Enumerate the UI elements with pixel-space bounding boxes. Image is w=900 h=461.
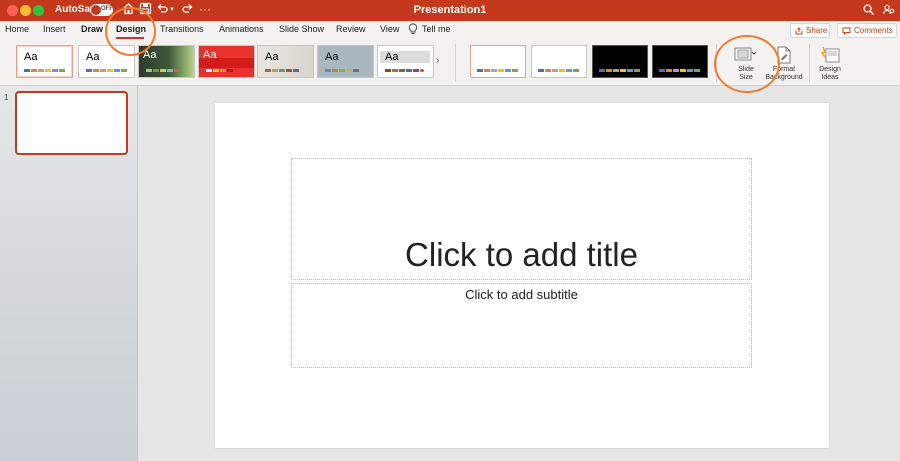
variant-swatches xyxy=(477,69,518,72)
design-ideas-label-2: Ideas xyxy=(821,74,839,81)
theme-slate[interactable]: Aa xyxy=(317,45,374,78)
theme-red[interactable]: Aa xyxy=(198,45,255,78)
variant-swatches xyxy=(538,69,579,72)
theme-swatches xyxy=(146,69,180,72)
variant-swatches xyxy=(599,69,640,72)
theme-swatches xyxy=(385,69,424,72)
tab-insert[interactable]: Insert xyxy=(43,24,66,34)
slide-thumbnail-1[interactable] xyxy=(15,91,128,155)
account-icon[interactable] xyxy=(882,3,897,18)
theme-swatches xyxy=(325,69,359,72)
tab-draw[interactable]: Draw xyxy=(81,24,103,34)
tab-review[interactable]: Review xyxy=(336,24,366,34)
theme-sample: Aa xyxy=(265,51,279,63)
theme-sample: Aa xyxy=(24,51,38,63)
design-ideas-icon xyxy=(820,46,840,63)
share-icon xyxy=(795,27,803,35)
theme-neutral[interactable]: Aa xyxy=(257,45,314,78)
design-ideas-button[interactable]: Design Ideas xyxy=(812,44,848,84)
theme-office[interactable]: Aa xyxy=(16,45,73,78)
theme-sample: Aa xyxy=(86,51,100,63)
theme-swatches xyxy=(265,69,299,72)
comments-button[interactable]: Comments xyxy=(837,23,897,38)
variant-1[interactable] xyxy=(470,45,526,78)
comments-label: Comments xyxy=(854,26,893,35)
theme-swatches xyxy=(206,69,233,72)
theme-sample: Aa xyxy=(325,51,339,63)
share-button[interactable]: Share xyxy=(790,23,830,38)
title-placeholder-text: Click to add title xyxy=(405,236,638,273)
share-label: Share xyxy=(806,26,828,35)
tell-me-search[interactable]: Tell me xyxy=(422,24,451,34)
ribbon-separator xyxy=(455,44,456,82)
tab-slide-show[interactable]: Slide Show xyxy=(279,24,324,34)
theme-swatches xyxy=(24,69,65,72)
variant-4[interactable] xyxy=(652,45,708,78)
variant-swatches xyxy=(659,69,700,72)
tab-transitions[interactable]: Transitions xyxy=(160,24,204,34)
theme-sample: Aa xyxy=(203,49,217,61)
tab-view[interactable]: View xyxy=(380,24,399,34)
theme-sample: Aa xyxy=(385,51,399,63)
variant-2[interactable] xyxy=(531,45,587,78)
subtitle-placeholder-text: Click to add subtitle xyxy=(465,287,578,302)
tab-home[interactable]: Home xyxy=(5,24,29,34)
theme-ion[interactable]: Aa xyxy=(377,45,434,78)
search-icon[interactable] xyxy=(862,3,877,18)
theme-swatches xyxy=(86,69,127,72)
lightbulb-icon xyxy=(408,23,418,37)
annotation-circle-slide-size xyxy=(714,35,780,93)
slide-number: 1 xyxy=(4,93,9,102)
theme-gallery-next-icon[interactable]: › xyxy=(436,55,439,66)
comments-icon xyxy=(842,27,851,35)
tab-animations[interactable]: Animations xyxy=(219,24,264,34)
design-ideas-label-1: Design xyxy=(819,66,841,73)
ribbon-separator xyxy=(809,44,810,82)
variant-3[interactable] xyxy=(592,45,648,78)
annotation-circle-design-tab xyxy=(105,7,156,56)
